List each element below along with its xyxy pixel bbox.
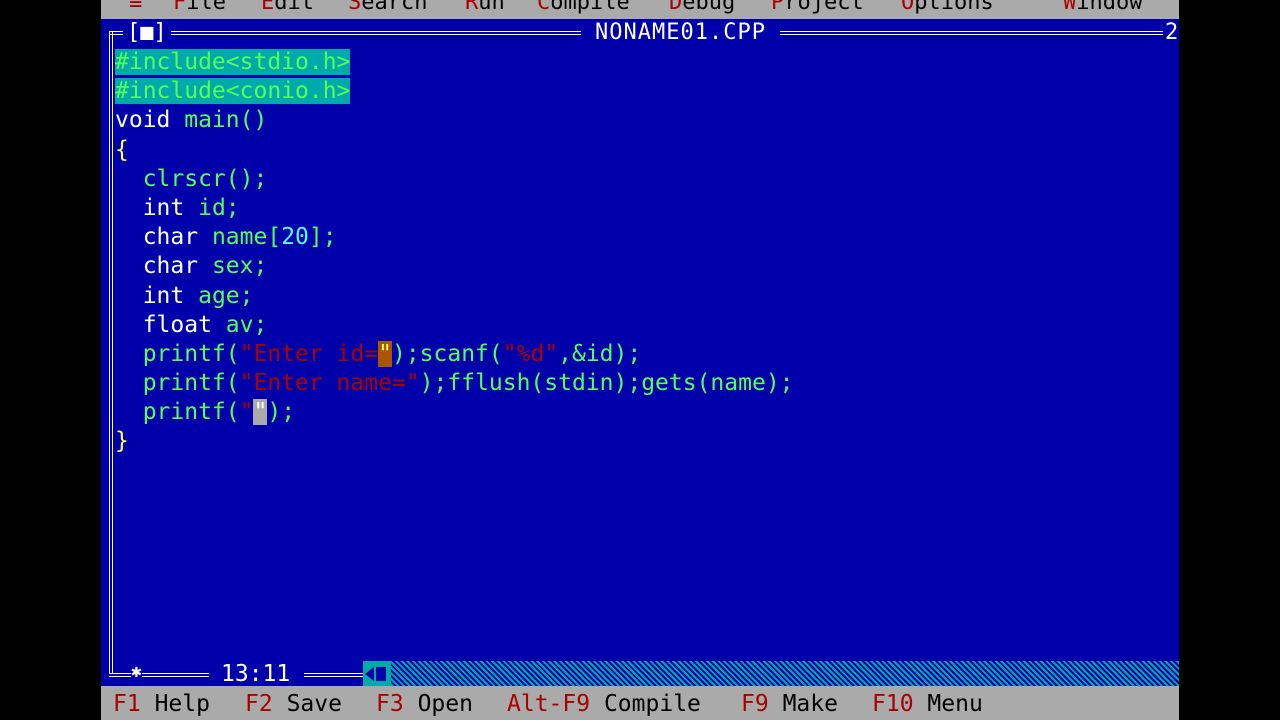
menu-options[interactable]: Options [901,0,994,14]
menu-search[interactable]: Search [348,0,427,14]
modified-indicator: ✱ [131,661,142,682]
menu-project[interactable]: Project [771,0,864,14]
cursor-position: 13:11 [217,662,295,686]
code-line: #include<conio.h> [115,78,351,105]
code-line: char sex; [115,253,268,280]
menu-edit[interactable]: Edit [261,0,314,14]
code-line: #include<stdio.h> [115,49,351,75]
code-line: printf("Enter id=");scanf("%d",&id); [115,340,642,367]
code-line: { [115,136,129,163]
hint-save[interactable]: F2 Save [245,686,342,720]
menu-window[interactable]: Window [1063,0,1142,14]
menu-run[interactable]: Run [465,0,505,14]
code-line: clrscr(); [115,165,268,192]
text-cursor: " [253,399,268,426]
hint-open[interactable]: F3 Open [376,686,473,720]
highlight-match: " [378,340,392,367]
code-line: printf("Enter name=");fflush(stdin);gets… [115,370,794,397]
code-line: printf(""); [115,399,296,426]
scroll-thumb[interactable] [376,667,386,681]
code-line: int id; [115,194,240,221]
menu-file[interactable]: File [173,0,226,14]
code-line: void main() [115,107,268,134]
menu-debug[interactable]: Debug [669,0,735,14]
code-area[interactable]: #include<stdio.h> #include<conio.h> void… [115,48,794,457]
window-frame-bottom-right [304,673,364,677]
hint-menu[interactable]: F10 Menu [872,686,983,720]
menu-compile[interactable]: Compile [537,0,630,14]
hint-make[interactable]: F9 Make [741,686,838,720]
window-number: 2 [1163,19,1179,45]
code-line: } [115,428,129,455]
turbo-cpp-ide: ≡ File Edit Search Run Compile Debug Pro… [101,0,1179,720]
arrow-left-icon [365,667,374,681]
hint-compile[interactable]: Alt-F9 Compile [507,686,701,720]
hint-help[interactable]: F1 Help [113,686,210,720]
window-frame-left [109,31,113,673]
window-title: NONAME01.CPP [581,19,780,45]
code-line: float av; [115,311,268,338]
code-line: int age; [115,282,254,309]
editor-window[interactable]: [■] NONAME01.CPP 2 #include<stdio.h> #in… [101,19,1179,686]
window-frame-bottom [109,673,209,677]
code-line: char name[20]; [115,224,337,251]
close-box[interactable]: [■] [123,21,171,45]
status-hint-bar: F1 Help F2 Save F3 Open Alt-F9 Compile F… [101,686,1179,720]
system-menu[interactable]: ≡ [129,0,142,14]
scroll-left-button[interactable] [363,661,391,686]
menu-bar: ≡ File Edit Search Run Compile Debug Pro… [101,0,1179,19]
horizontal-scrollbar[interactable] [363,661,1179,686]
